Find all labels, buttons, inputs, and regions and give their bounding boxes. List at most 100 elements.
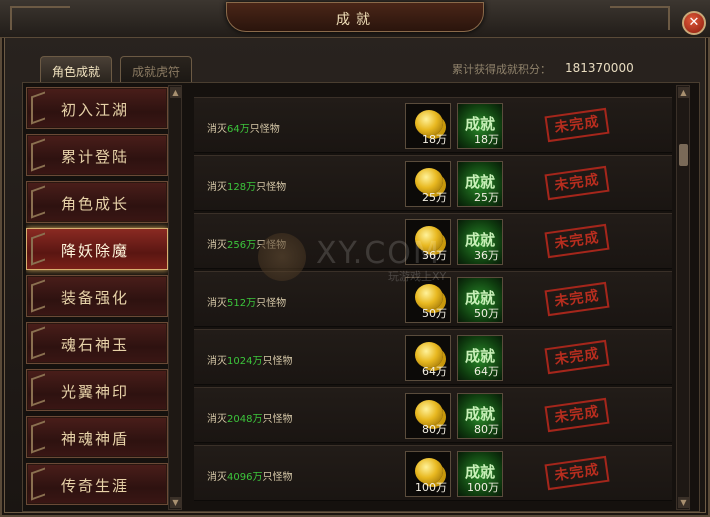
desc-number: 2048万 — [227, 414, 263, 425]
achievement-reward-slot[interactable]: 成就 80万 — [457, 393, 503, 439]
desc-prefix: 消灭 — [207, 240, 227, 251]
sidebar-scrollbar[interactable]: ▲ ▼ — [168, 85, 182, 510]
scroll-up-icon[interactable]: ▲ — [170, 87, 181, 98]
sidebar-item-login[interactable]: 累计登陆 — [26, 134, 168, 176]
notch-ornament — [31, 420, 45, 454]
achievement-list: 消灭64万只怪物 18万 成就 18万 未完成 消灭128万只怪物 25万 成就 2… — [194, 97, 672, 507]
title-ornament-left — [10, 6, 70, 30]
coin-reward-amount: 80万 — [422, 423, 447, 436]
desc-prefix: 消灭 — [207, 472, 227, 483]
scroll-down-icon[interactable]: ▼ — [170, 497, 181, 508]
achievement-description: 消灭4096万只怪物 — [207, 468, 292, 483]
achievement-description: 消灭2048万只怪物 — [207, 410, 292, 425]
close-icon[interactable]: ✕ — [682, 11, 706, 35]
achievement-reward-amount: 36万 — [474, 249, 499, 262]
window-title: 成就 — [336, 12, 376, 28]
sidebar-item-label: 魂石神玉 — [61, 336, 130, 354]
notch-ornament — [31, 326, 45, 360]
coin-reward-slot[interactable]: 18万 — [405, 103, 451, 149]
notch-ornament — [31, 467, 45, 501]
status-stamp: 未完成 — [544, 339, 610, 375]
sidebar-item-soulstone[interactable]: 魂石神玉 — [26, 322, 168, 364]
scroll-down-icon[interactable]: ▼ — [678, 497, 689, 508]
achievement-reward-amount: 25万 — [474, 191, 499, 204]
desc-number: 64万 — [227, 124, 250, 135]
desc-suffix: 只怪物 — [256, 182, 287, 193]
list-scrollbar[interactable]: ▲ ▼ — [676, 85, 690, 510]
category-sidebar: 初入江湖 累计登陆 角色成长 降妖除魔 装备强化 魂石神玉 光翼神印 神魂神盾 … — [26, 85, 170, 510]
desc-suffix: 只怪物 — [262, 414, 293, 425]
achievement-row: 消灭128万只怪物 25万 成就 25万 未完成 — [194, 155, 672, 211]
title-plate: 成就 — [226, 2, 484, 32]
title-ornament-right — [610, 6, 670, 30]
sidebar-item-label: 初入江湖 — [61, 101, 130, 119]
desc-prefix: 消灭 — [207, 356, 227, 367]
coin-reward-amount: 50万 — [422, 307, 447, 320]
achievement-description: 消灭1024万只怪物 — [207, 352, 292, 367]
title-bar: 成就 — [0, 0, 710, 38]
sidebar-item-label: 累计登陆 — [61, 148, 130, 166]
achievement-description: 消灭128万只怪物 — [207, 178, 286, 193]
coin-reward-slot[interactable]: 80万 — [405, 393, 451, 439]
status-stamp: 未完成 — [544, 281, 610, 317]
desc-number: 256万 — [227, 240, 257, 251]
notch-ornament — [31, 232, 45, 266]
achievement-reward-amount: 100万 — [467, 481, 499, 494]
desc-suffix: 只怪物 — [262, 472, 293, 483]
coin-reward-slot[interactable]: 64万 — [405, 335, 451, 381]
achievement-reward-slot[interactable]: 成就 25万 — [457, 161, 503, 207]
notch-ornament — [31, 138, 45, 172]
achievement-reward-slot[interactable]: 成就 64万 — [457, 335, 503, 381]
achievement-description: 消灭64万只怪物 — [207, 120, 280, 135]
desc-suffix: 只怪物 — [256, 298, 287, 309]
scroll-up-icon[interactable]: ▲ — [678, 87, 689, 98]
sidebar-item-wing[interactable]: 光翼神印 — [26, 369, 168, 411]
tab-achievement-tally[interactable]: 成就虎符 — [120, 56, 192, 82]
watermark-owl-icon — [258, 233, 306, 281]
desc-suffix: 只怪物 — [262, 356, 293, 367]
achievement-reward-amount: 80万 — [474, 423, 499, 436]
coin-reward-amount: 18万 — [422, 133, 447, 146]
achievement-reward-amount: 64万 — [474, 365, 499, 378]
points-label: 累计获得成就积分： — [452, 63, 551, 76]
sidebar-item-label: 光翼神印 — [61, 383, 130, 401]
sidebar-item-legend[interactable]: 传奇生涯 — [26, 463, 168, 505]
sidebar-item-growth[interactable]: 角色成长 — [26, 181, 168, 223]
achievement-reward-slot[interactable]: 成就 100万 — [457, 451, 503, 497]
sidebar-item-demon-slaying[interactable]: 降妖除魔 — [26, 228, 168, 270]
achievement-row: 消灭2048万只怪物 80万 成就 80万 未完成 — [194, 387, 672, 443]
achievement-row: 消灭4096万只怪物 100万 成就 100万 未完成 — [194, 445, 672, 501]
notch-ornament — [31, 185, 45, 219]
sidebar-item-label: 角色成长 — [61, 195, 130, 213]
tab-character-achievements[interactable]: 角色成就 — [40, 56, 112, 82]
achievement-reward-amount: 50万 — [474, 307, 499, 320]
sidebar-item-enhance[interactable]: 装备强化 — [26, 275, 168, 317]
sidebar-item-label: 降妖除魔 — [61, 242, 130, 260]
coin-reward-amount: 64万 — [422, 365, 447, 378]
coin-reward-amount: 100万 — [415, 481, 447, 494]
watermark-text: XY.COM — [316, 236, 441, 271]
desc-suffix: 只怪物 — [249, 124, 280, 135]
sidebar-item-label: 神魂神盾 — [61, 430, 130, 448]
coin-reward-slot[interactable]: 25万 — [405, 161, 451, 207]
desc-number: 1024万 — [227, 356, 263, 367]
sidebar-item-shield[interactable]: 神魂神盾 — [26, 416, 168, 458]
sidebar-item-beginner[interactable]: 初入江湖 — [26, 87, 168, 129]
notch-ornament — [31, 279, 45, 313]
achievement-reward-slot[interactable]: 成就 36万 — [457, 219, 503, 265]
achievement-reward-slot[interactable]: 成就 18万 — [457, 103, 503, 149]
coin-reward-slot[interactable]: 100万 — [405, 451, 451, 497]
achievement-reward-slot[interactable]: 成就 50万 — [457, 277, 503, 323]
desc-prefix: 消灭 — [207, 414, 227, 425]
achievement-row: 消灭1024万只怪物 64万 成就 64万 未完成 — [194, 329, 672, 385]
desc-prefix: 消灭 — [207, 182, 227, 193]
points-value: 181370000 — [565, 61, 634, 75]
sidebar-item-label: 装备强化 — [61, 289, 130, 307]
coin-reward-amount: 25万 — [422, 191, 447, 204]
desc-prefix: 消灭 — [207, 298, 227, 309]
status-stamp: 未完成 — [544, 397, 610, 433]
scroll-thumb[interactable] — [679, 144, 688, 166]
achievement-description: 消灭512万只怪物 — [207, 294, 286, 309]
status-stamp: 未完成 — [544, 223, 610, 259]
status-stamp: 未完成 — [544, 165, 610, 201]
